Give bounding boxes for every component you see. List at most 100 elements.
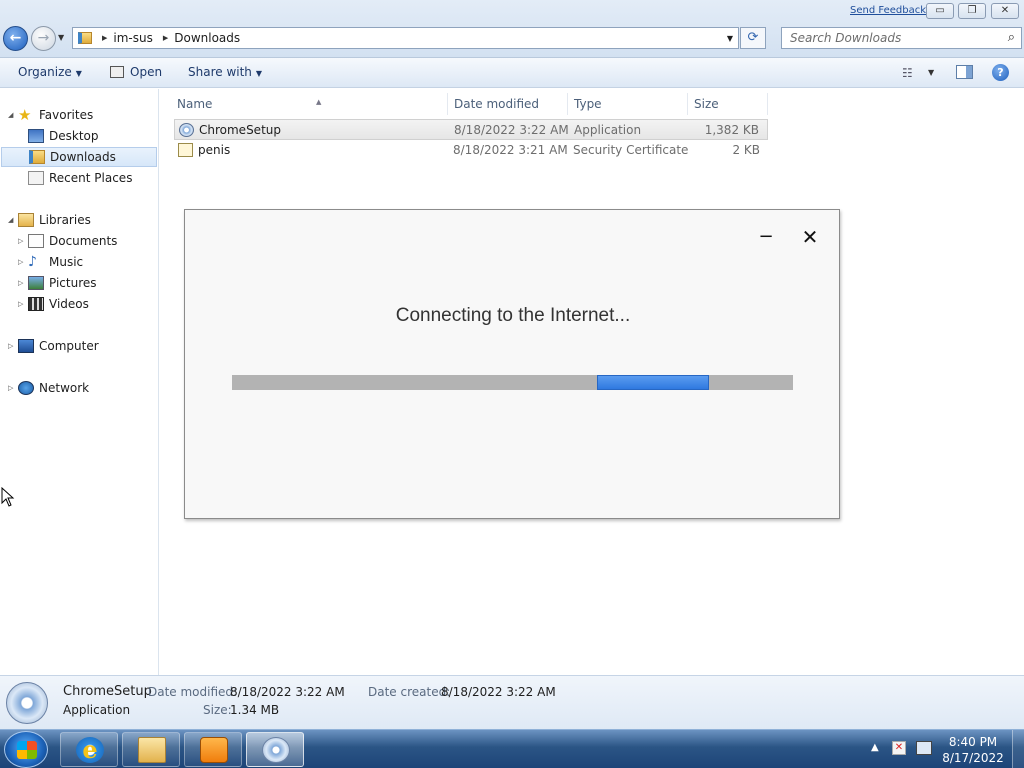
views-dropdown-icon[interactable]: ▼ bbox=[928, 68, 934, 77]
application-icon bbox=[6, 682, 48, 724]
network-status-icon[interactable] bbox=[916, 741, 932, 755]
column-header-name[interactable]: Name ▲ bbox=[171, 93, 448, 115]
file-date: 8/18/2022 3:21 AM bbox=[453, 143, 568, 157]
nav-libraries[interactable]: ◢ Libraries bbox=[8, 210, 91, 230]
share-with-label: Share with bbox=[188, 65, 252, 79]
videos-icon bbox=[28, 297, 44, 311]
breadcrumb-downloads[interactable]: Downloads bbox=[174, 31, 240, 45]
dialog-minimize-button[interactable]: − bbox=[758, 227, 774, 247]
nav-item-recent-places[interactable]: Recent Places bbox=[28, 168, 132, 188]
clock-date: 8/17/2022 bbox=[942, 751, 1004, 765]
details-pane: ChromeSetup Date modified: 8/18/2022 3:2… bbox=[0, 675, 1024, 729]
back-button[interactable]: ← bbox=[3, 26, 28, 51]
show-desktop-button[interactable] bbox=[1012, 730, 1024, 768]
taskbar-chrome-setup[interactable] bbox=[246, 732, 304, 767]
taskbar: e ▲ ✕ 8:40 PM 8/17/2022 bbox=[0, 729, 1024, 768]
chrome-installer-dialog: − ✕ Connecting to the Internet... bbox=[184, 209, 840, 519]
organize-label: Organize bbox=[18, 65, 72, 79]
nav-item-desktop[interactable]: Desktop bbox=[28, 126, 99, 146]
nav-libraries-label: Libraries bbox=[39, 213, 91, 227]
windows-explorer-icon bbox=[138, 737, 166, 763]
forward-button[interactable]: → bbox=[31, 26, 56, 51]
back-arrow-icon: ← bbox=[9, 30, 22, 46]
collapsed-triangle-icon[interactable]: ▷ bbox=[8, 384, 18, 392]
sort-ascending-icon: ▲ bbox=[316, 98, 322, 106]
nav-item-music[interactable]: ▷ ♪ Music bbox=[18, 252, 83, 272]
collapsed-triangle-icon[interactable]: ▷ bbox=[18, 300, 28, 308]
taskbar-windows-explorer[interactable] bbox=[122, 732, 180, 767]
refresh-icon: ⟳ bbox=[747, 30, 759, 45]
file-row-penis[interactable]: penis 8/18/2022 3:21 AM Security Certifi… bbox=[174, 140, 768, 161]
share-with-menu[interactable]: Share with ▼ bbox=[188, 65, 262, 79]
open-button[interactable]: Open bbox=[110, 65, 162, 79]
refresh-button[interactable]: ⟳ bbox=[740, 27, 766, 49]
recent-places-icon bbox=[28, 171, 44, 185]
nav-favorites[interactable]: ◢ ★ Favorites bbox=[8, 105, 93, 125]
nav-item-pictures[interactable]: ▷ Pictures bbox=[18, 273, 97, 293]
start-button[interactable] bbox=[4, 731, 48, 768]
send-feedback-link[interactable]: Send Feedback bbox=[850, 5, 926, 16]
collapsed-triangle-icon[interactable]: ▷ bbox=[18, 258, 28, 266]
navigation-pane: ◢ ★ Favorites Desktop Downloads Recent P… bbox=[0, 89, 159, 675]
search-icon[interactable]: ⌕ bbox=[1008, 30, 1015, 45]
collapsed-triangle-icon[interactable]: ▷ bbox=[8, 342, 18, 350]
open-icon bbox=[110, 66, 124, 78]
nav-network-label: Network bbox=[39, 381, 90, 395]
nav-item-documents[interactable]: ▷ Documents bbox=[18, 231, 117, 251]
file-size: 2 KB bbox=[732, 143, 760, 157]
expand-triangle-icon[interactable]: ◢ bbox=[8, 111, 18, 119]
nav-item-videos[interactable]: ▷ Videos bbox=[18, 294, 89, 314]
recent-pages-dropdown[interactable]: ▼ bbox=[58, 33, 64, 42]
libraries-icon bbox=[18, 213, 34, 227]
documents-icon bbox=[28, 234, 44, 248]
chevron-down-icon: ▼ bbox=[255, 69, 263, 78]
address-bar[interactable]: ▶ im-sus ▶ Downloads ▼ bbox=[72, 27, 739, 49]
search-box[interactable]: ⌕ bbox=[781, 27, 1022, 49]
details-file-name: ChromeSetup bbox=[63, 684, 152, 699]
column-header-label: Name bbox=[177, 97, 213, 111]
search-input[interactable] bbox=[782, 28, 992, 48]
file-size: 1,382 KB bbox=[704, 123, 759, 137]
show-hidden-icons-button[interactable]: ▲ bbox=[871, 742, 879, 753]
star-icon: ★ bbox=[18, 106, 32, 124]
column-header-size[interactable]: Size bbox=[688, 93, 768, 115]
windows-logo-icon bbox=[17, 741, 37, 759]
taskbar-clock[interactable]: 8:40 PM 8/17/2022 bbox=[940, 734, 1006, 766]
restore-window-button[interactable]: ❐ bbox=[958, 3, 986, 19]
preview-pane-icon[interactable] bbox=[956, 65, 973, 79]
file-row-chromesetup[interactable]: ChromeSetup 8/18/2022 3:22 AM Applicatio… bbox=[174, 119, 768, 140]
column-header-type[interactable]: Type bbox=[568, 93, 688, 115]
expand-triangle-icon[interactable]: ◢ bbox=[8, 216, 18, 224]
nav-network[interactable]: ▷ Network bbox=[8, 378, 89, 398]
change-view-icon[interactable]: ☷ bbox=[902, 66, 913, 80]
close-window-button[interactable]: ✕ bbox=[991, 3, 1019, 19]
action-center-icon[interactable]: ✕ bbox=[892, 741, 906, 755]
details-date-created-label: Date created: bbox=[368, 685, 451, 699]
downloads-folder-icon bbox=[29, 150, 45, 164]
details-date-modified-label: Date modified: bbox=[148, 685, 238, 699]
nav-computer[interactable]: ▷ Computer bbox=[8, 336, 99, 356]
breadcrumb-chevron-icon[interactable]: ▶ bbox=[102, 34, 107, 42]
computer-icon bbox=[18, 339, 34, 353]
dialog-close-button[interactable]: ✕ bbox=[800, 227, 820, 247]
details-file-type: Application bbox=[63, 703, 131, 717]
internet-explorer-icon: e bbox=[76, 737, 104, 763]
nav-item-label: Desktop bbox=[49, 129, 99, 143]
collapsed-triangle-icon[interactable]: ▷ bbox=[18, 279, 28, 287]
address-dropdown-icon[interactable]: ▼ bbox=[727, 34, 733, 43]
nav-item-downloads[interactable]: Downloads bbox=[1, 147, 157, 167]
file-type: Application bbox=[574, 123, 642, 137]
help-icon[interactable]: ? bbox=[992, 64, 1009, 81]
taskbar-media-player[interactable] bbox=[184, 732, 242, 767]
taskbar-internet-explorer[interactable]: e bbox=[60, 732, 118, 767]
column-header-label: Date modified bbox=[454, 97, 540, 111]
breadcrumb-im-sus[interactable]: im-sus bbox=[113, 31, 152, 45]
minimize-window-button[interactable]: ▭ bbox=[926, 3, 954, 19]
nav-computer-label: Computer bbox=[39, 339, 99, 353]
details-size: 1.34 MB bbox=[230, 703, 280, 717]
breadcrumb-chevron-icon[interactable]: ▶ bbox=[163, 34, 168, 42]
column-header-date-modified[interactable]: Date modified bbox=[448, 93, 568, 115]
collapsed-triangle-icon[interactable]: ▷ bbox=[18, 237, 28, 245]
organize-menu[interactable]: Organize ▼ bbox=[18, 65, 82, 79]
application-icon bbox=[179, 123, 194, 137]
